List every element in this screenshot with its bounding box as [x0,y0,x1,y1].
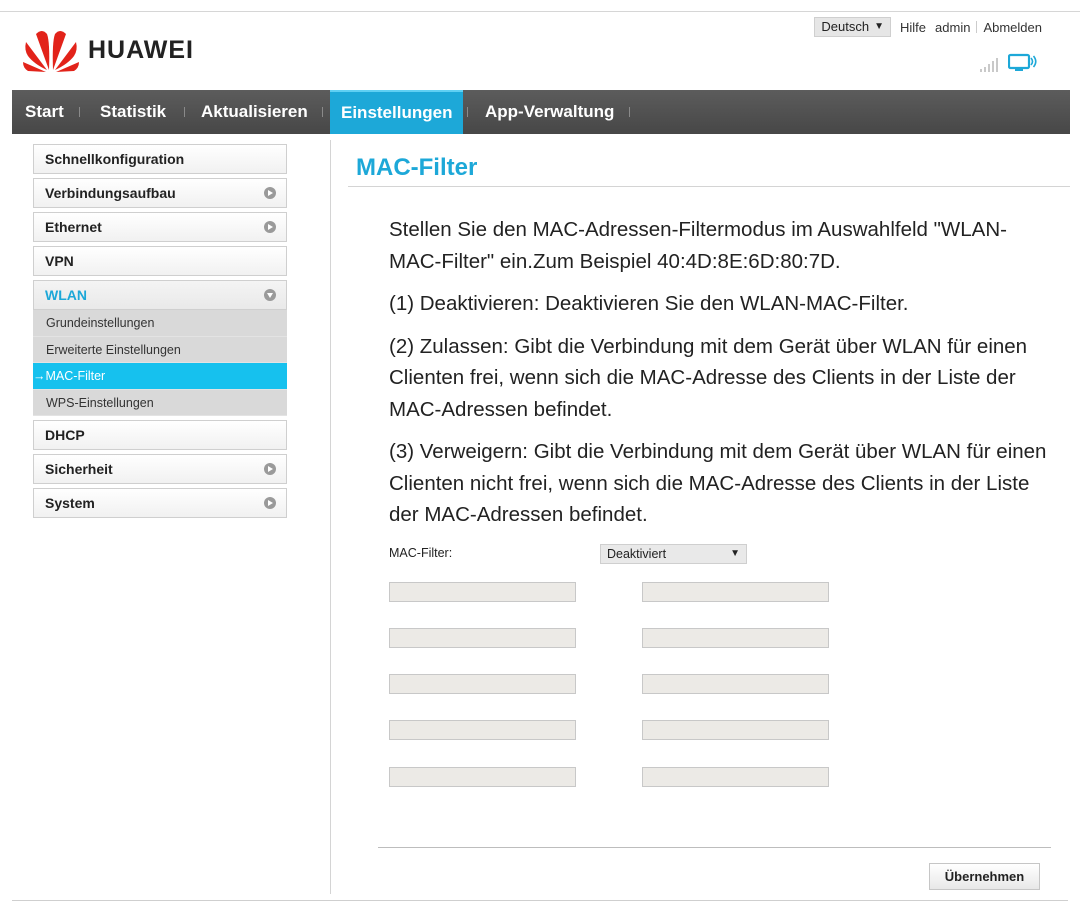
subitem-wps-einstellungen[interactable]: WPS-Einstellungen [33,389,287,416]
sidebar-item-label: Ethernet [45,219,102,235]
sidebar: Schnellkonfiguration Verbindungsaufbau E… [33,144,287,522]
sidebar-item-label: WLAN [45,287,87,303]
nav-einstellungen[interactable]: Einstellungen [330,90,464,134]
description-paragraph: (3) Verweigern: Gibt die Verbindung mit … [389,440,1047,526]
mac-address-input-9[interactable] [389,767,576,787]
footer-divider [378,847,1051,848]
nav-separator [629,107,630,117]
wlan-submenu: Grundeinstellungen Erweiterte Einstellun… [33,310,287,416]
collapse-arrow-icon [264,289,276,301]
chevron-down-icon: ▼ [874,21,885,32]
sidebar-item-label: Schnellkonfiguration [45,151,185,167]
nav-aktualisieren[interactable]: Aktualisieren [201,90,308,134]
main-nav: Start Statistik Aktualisieren Einstellun… [12,90,1070,134]
nav-separator [184,107,185,117]
sidebar-item-schnellkonfiguration[interactable]: Schnellkonfiguration [33,144,287,174]
mac-address-input-3[interactable] [389,628,576,648]
sidebar-item-label: DHCP [45,427,85,443]
title-divider [348,186,1070,187]
content-divider [330,140,331,894]
description-paragraph: (1) Deaktivieren: Deaktivieren Sie den W… [389,292,909,315]
expand-arrow-icon [264,463,276,475]
nav-start[interactable]: Start [25,90,64,134]
mac-filter-label: MAC-Filter: [389,546,453,560]
brand-name: HUAWEI [88,35,194,64]
sidebar-item-dhcp[interactable]: DHCP [33,420,287,450]
page-title: MAC-Filter [356,154,478,181]
top-border [0,11,1080,12]
sidebar-item-verbindungsaufbau[interactable]: Verbindungsaufbau [33,178,287,208]
sidebar-item-label: VPN [45,253,74,269]
mac-address-input-10[interactable] [642,767,829,787]
mac-address-input-1[interactable] [389,582,576,602]
huawei-flower-icon [23,31,79,72]
mac-filter-value: Deaktiviert [607,547,667,561]
mac-filter-select[interactable]: Deaktiviert ▼ [600,544,747,564]
connection-monitor-icon [1008,53,1037,71]
nav-separator [79,107,80,117]
sidebar-item-vpn[interactable]: VPN [33,246,287,276]
status-icons [980,52,1038,72]
nav-statistik[interactable]: Statistik [100,90,166,134]
expand-arrow-icon [264,497,276,509]
sidebar-item-wlan[interactable]: WLAN [33,280,287,310]
sidebar-item-label: Verbindungsaufbau [45,185,176,201]
nav-separator [467,107,468,117]
description: Stellen Sie den MAC-Adressen-Filtermodus… [389,214,1059,542]
sidebar-item-label: System [45,495,95,511]
description-paragraph: (2) Zulassen: Gibt die Verbindung mit de… [389,334,1028,421]
link-divider [976,21,978,33]
header-links: Deutsch ▼ Hilfe admin Abmelden [814,17,1042,37]
logout-link[interactable]: Abmelden [983,20,1042,35]
sidebar-item-sicherheit[interactable]: Sicherheit [33,454,287,484]
expand-arrow-icon [264,221,276,233]
mac-address-input-6[interactable] [642,674,829,694]
sidebar-item-ethernet[interactable]: Ethernet [33,212,287,242]
apply-button[interactable]: Übernehmen [929,863,1040,890]
mac-address-input-2[interactable] [642,582,829,602]
subitem-mac-filter[interactable]: →MAC-Filter [33,363,287,390]
expand-arrow-icon [264,187,276,199]
subitem-erweiterte-einstellungen[interactable]: Erweiterte Einstellungen [33,336,287,363]
mac-address-input-5[interactable] [389,674,576,694]
language-value: Deutsch [821,19,870,34]
signal-strength-icon [980,56,1000,72]
huawei-logo: HUAWEI [22,26,194,72]
mac-address-input-8[interactable] [642,720,829,740]
description-paragraph: Stellen Sie den MAC-Adressen-Filtermodus… [389,218,1007,273]
mac-address-input-7[interactable] [389,720,576,740]
nav-app-verwaltung[interactable]: App-Verwaltung [485,90,614,134]
language-select[interactable]: Deutsch ▼ [814,17,892,37]
sidebar-item-system[interactable]: System [33,488,287,518]
nav-separator [322,107,323,117]
sidebar-item-label: Sicherheit [45,461,113,477]
mac-address-input-4[interactable] [642,628,829,648]
subitem-grundeinstellungen[interactable]: Grundeinstellungen [33,310,287,337]
help-link[interactable]: Hilfe [900,20,926,35]
chevron-down-icon: ▼ [730,548,740,559]
bottom-border [12,900,1068,901]
user-link[interactable]: admin [935,20,970,35]
